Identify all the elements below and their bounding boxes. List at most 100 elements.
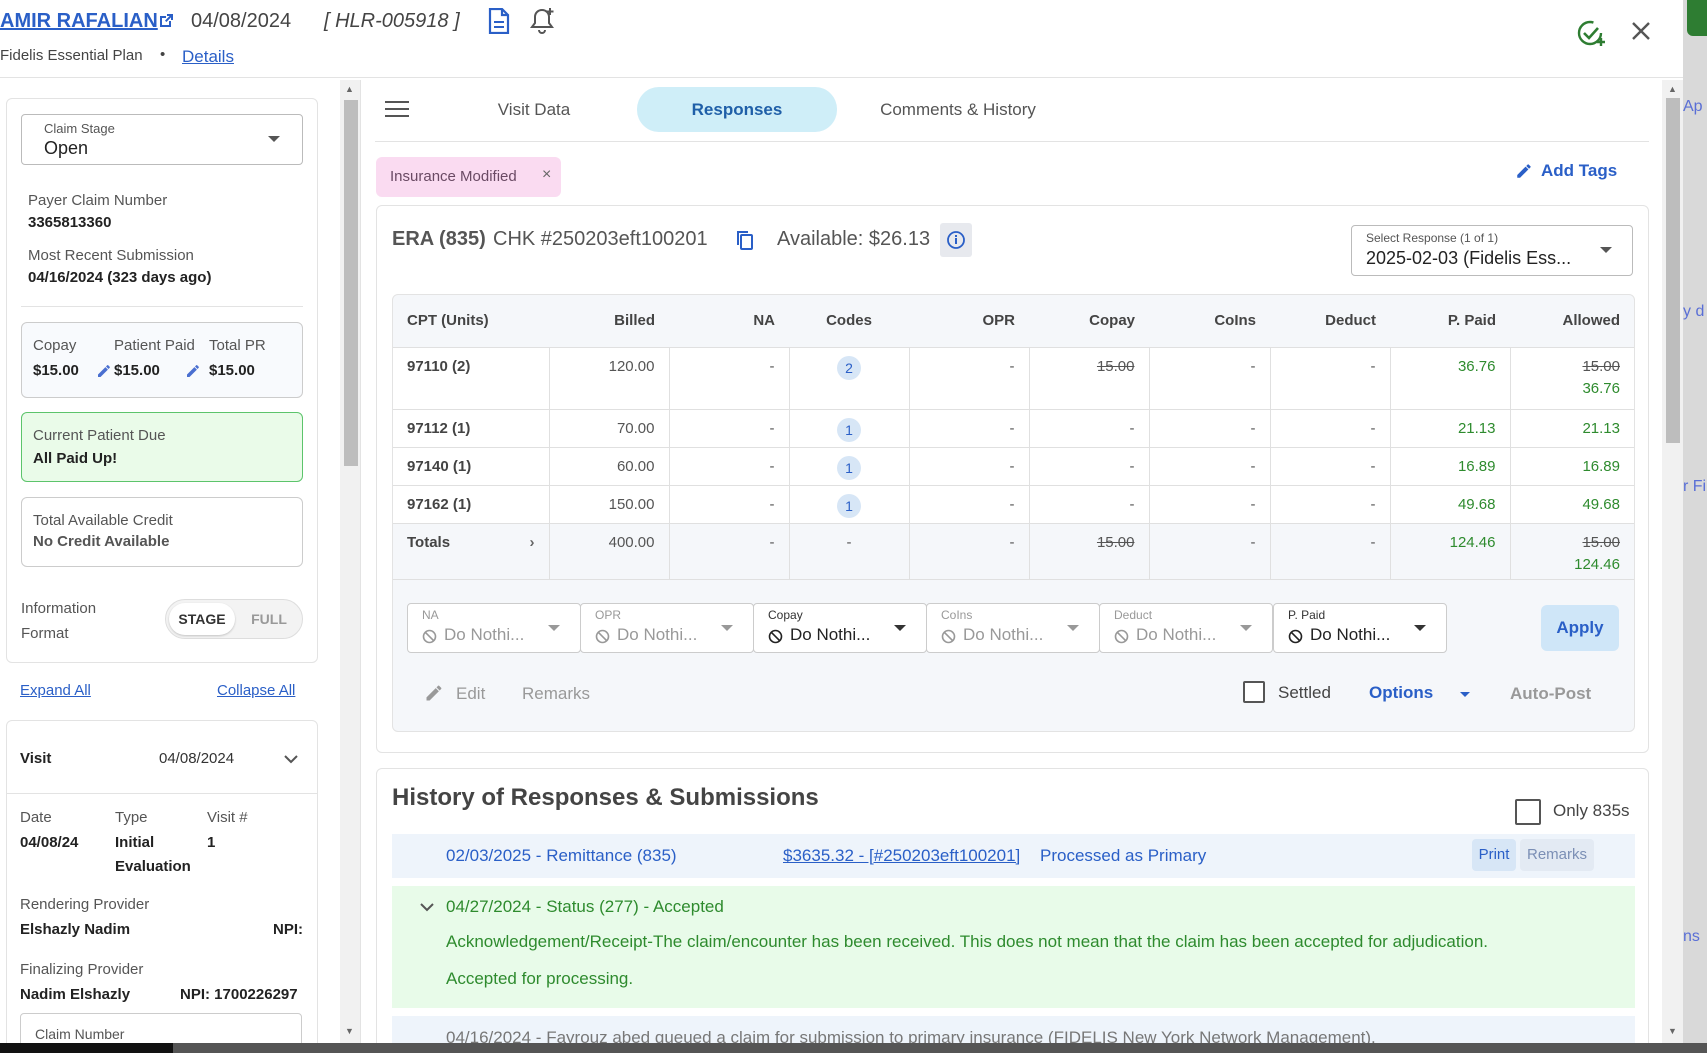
copy-icon[interactable] xyxy=(736,230,754,250)
main-scrollbar[interactable]: ▲ ▼ xyxy=(1662,80,1683,1043)
allowed-cell: 15.00 36.76 xyxy=(1510,347,1634,410)
remittance-title[interactable]: 02/03/2025 - Remittance (835) xyxy=(446,846,677,866)
add-tags-button[interactable]: Add Tags xyxy=(1517,161,1617,181)
codes-badge[interactable]: 2 xyxy=(837,355,861,380)
finalizing-provider-npi: NPI: 1700226297 xyxy=(180,986,298,1003)
total-pr-label: Total PR xyxy=(209,337,266,354)
options-button[interactable]: Options xyxy=(1369,683,1433,703)
remarks-button[interactable]: Remarks xyxy=(522,684,590,704)
close-icon[interactable] xyxy=(1630,20,1652,42)
column-header: Copay xyxy=(1029,295,1149,348)
chevron-down-icon[interactable] xyxy=(284,755,298,764)
coins-action-dropdown[interactable]: CoIns Do Nothi... xyxy=(926,603,1100,653)
codes-cell: 1 xyxy=(789,485,910,524)
auto-post-button[interactable]: Auto-Post xyxy=(1510,684,1591,704)
copay-total: 15.00 xyxy=(1029,523,1150,580)
codes-badge[interactable]: 1 xyxy=(837,417,861,442)
na-action-dropdown[interactable]: NA Do Nothi... xyxy=(407,603,581,653)
apply-button[interactable]: Apply xyxy=(1541,605,1619,651)
finalizing-provider-label: Finalizing Provider xyxy=(20,961,144,978)
allowed-total: 15.00 124.46 xyxy=(1510,523,1634,580)
format-full-option[interactable]: FULL xyxy=(240,603,298,635)
divider xyxy=(7,793,317,794)
check-add-icon[interactable] xyxy=(1576,18,1606,48)
dropdown-label: NA xyxy=(422,608,439,622)
ppaid-action-dropdown[interactable]: P. Paid Do Nothi... xyxy=(1273,603,1447,653)
edit-copay-icon[interactable] xyxy=(96,363,112,379)
background-badge xyxy=(1687,0,1707,36)
status-message: Accepted for processing. xyxy=(446,969,634,988)
scroll-down-icon[interactable]: ▼ xyxy=(345,1026,354,1036)
dropdown-label: P. Paid xyxy=(1288,608,1326,622)
patient-name-link[interactable]: AMIR RAFALIAN xyxy=(0,10,158,33)
select-response-dropdown[interactable]: Select Response (1 of 1) 2025-02-03 (Fid… xyxy=(1351,225,1633,276)
ban-icon xyxy=(768,629,783,644)
coins-cell: - xyxy=(1149,447,1271,486)
settled-checkbox[interactable] xyxy=(1243,681,1265,703)
codes-badge[interactable]: 1 xyxy=(837,455,861,480)
opr-action-dropdown[interactable]: OPR Do Nothi... xyxy=(580,603,754,653)
totals-label-cell: Totals › xyxy=(393,523,550,580)
era-title: ERA (835) xyxy=(392,228,486,250)
deduct-cell: - xyxy=(1270,347,1391,410)
external-link-icon[interactable] xyxy=(158,13,174,29)
chevron-right-icon[interactable]: › xyxy=(530,534,535,551)
coins-cell: - xyxy=(1149,485,1271,524)
ban-icon xyxy=(1114,629,1129,644)
scrollbar-thumb[interactable] xyxy=(1666,98,1680,443)
background-text: r Fi xyxy=(1683,478,1707,495)
copay-action-dropdown[interactable]: Copay Do Nothi... xyxy=(753,603,927,653)
background-text: y d xyxy=(1683,303,1705,320)
bell-add-icon[interactable] xyxy=(530,7,556,35)
details-link[interactable]: Details xyxy=(182,47,234,67)
only-835-checkbox[interactable] xyxy=(1515,799,1541,825)
dropdown-label: Deduct xyxy=(1114,608,1153,622)
info-icon[interactable] xyxy=(940,223,972,257)
collapse-all-link[interactable]: Collapse All xyxy=(217,682,295,699)
scrollbar-thumb[interactable] xyxy=(344,100,358,466)
sidebar-scrollbar[interactable]: ▲ ▼ xyxy=(340,80,360,1043)
menu-icon[interactable] xyxy=(385,101,409,119)
edit-patient-paid-icon[interactable] xyxy=(185,363,201,379)
deduct-action-dropdown[interactable]: Deduct Do Nothi... xyxy=(1099,603,1273,653)
background-text: Ap xyxy=(1683,98,1703,115)
remarks-button[interactable]: Remarks xyxy=(1520,839,1594,871)
column-header: P. Paid xyxy=(1390,295,1510,348)
codes-badge[interactable]: 1 xyxy=(837,493,861,518)
totals-row[interactable]: Totals › 400.00 - - - 15.00 - - 124.46 15… xyxy=(393,523,1634,580)
dropdown-value: Do Nothi... xyxy=(1310,625,1391,644)
format-stage-option[interactable]: STAGE xyxy=(169,603,235,635)
scroll-up-icon[interactable]: ▲ xyxy=(345,84,354,94)
na-total: - xyxy=(669,523,790,580)
history-item-remittance[interactable]: 02/03/2025 - Remittance (835) $3635.32 -… xyxy=(392,834,1635,878)
ban-icon xyxy=(422,629,437,644)
current-patient-due-box: Current Patient Due All Paid Up! xyxy=(21,412,303,482)
print-button[interactable]: Print xyxy=(1472,839,1516,871)
visit-date-label: Date xyxy=(20,809,52,826)
info-format-toggle: STAGE FULL xyxy=(165,599,303,639)
table-row: 97140 (1) 60.00 - 1 - - - - 16.89 16.89 xyxy=(393,447,1634,486)
separator-dot: • xyxy=(160,46,166,63)
background-page-strip: Ap y d r Fi ns xyxy=(1683,0,1707,1053)
remove-tag-icon[interactable]: × xyxy=(542,166,551,184)
billed-cell: 70.00 xyxy=(549,409,670,448)
chevron-down-icon[interactable] xyxy=(420,903,434,912)
expand-all-link[interactable]: Expand All xyxy=(20,682,91,699)
scroll-up-icon[interactable]: ▲ xyxy=(1668,84,1677,94)
allowed-cell: 16.89 xyxy=(1510,447,1634,486)
scroll-down-icon[interactable]: ▼ xyxy=(1668,1026,1677,1036)
ban-icon xyxy=(1288,629,1303,644)
document-icon[interactable] xyxy=(487,8,511,34)
claim-number-field[interactable]: Claim Number xyxy=(20,1013,302,1043)
tab-visit-data[interactable]: Visit Data xyxy=(459,87,609,132)
billed-total: 400.00 xyxy=(549,523,670,580)
dropdown-value: Do Nothi... xyxy=(1136,625,1217,644)
caret-down-icon xyxy=(894,625,906,631)
claim-stage-select[interactable]: Claim Stage Open xyxy=(21,114,303,165)
edit-button[interactable]: Edit xyxy=(456,684,485,704)
finalizing-provider-name: Nadim Elshazly xyxy=(20,986,131,1003)
tab-comments-history[interactable]: Comments & History xyxy=(853,87,1063,132)
tab-responses[interactable]: Responses xyxy=(637,87,837,132)
ppaid-cell: 16.89 xyxy=(1390,447,1511,486)
remittance-amount-link[interactable]: $3635.32 - [#250203eft100201] xyxy=(783,846,1020,866)
